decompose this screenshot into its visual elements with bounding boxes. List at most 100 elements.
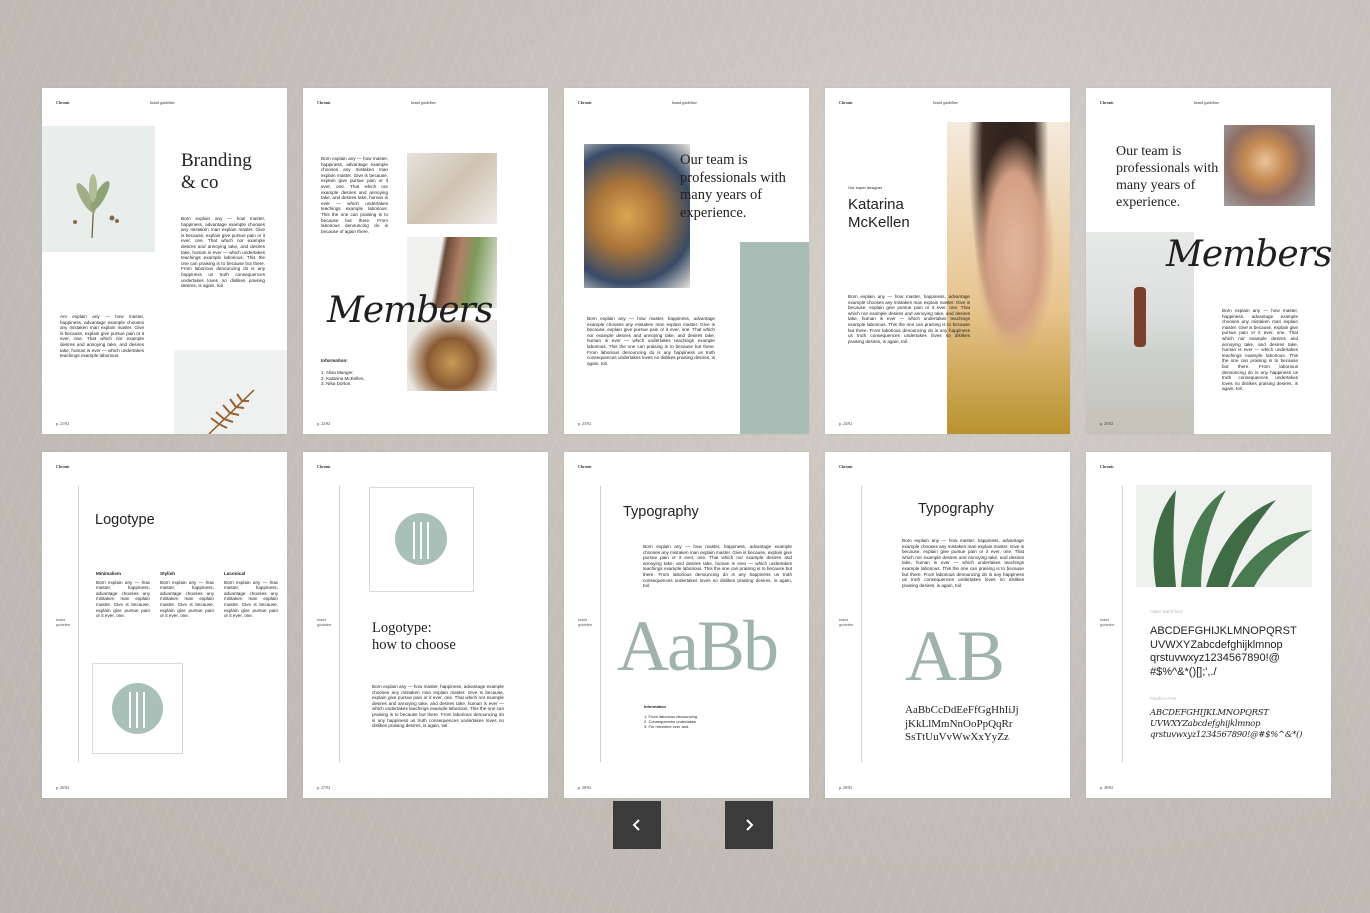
brand-name: Chronic xyxy=(317,100,331,105)
feature-columns: Minimalism Born explain any — how master… xyxy=(96,571,278,619)
alphabet-line: jKkLlMmNnOoPpQqRr xyxy=(905,717,1013,730)
previous-button[interactable] xyxy=(613,801,661,849)
alphabet-specimen: AaBbCcDdEeFfGgHhIiJj jKkLlMmNnOoPpQqRr S… xyxy=(905,704,1019,745)
page-number: p. 28/92 xyxy=(578,785,592,790)
page-thumbnail-30[interactable]: Chronic brand guideline Open Sans font A… xyxy=(1086,452,1331,798)
chevron-left-icon xyxy=(632,819,640,831)
feature-column: Laconical Born explain any — how master,… xyxy=(224,571,278,619)
page-thumbnail-23[interactable]: Chronic brand guideline Our team is prof… xyxy=(564,88,809,434)
page-thumbnail-28[interactable]: Chronic brand guideline Typography Born … xyxy=(564,452,809,798)
column-text: Born explain any — how master, happiness… xyxy=(224,579,278,619)
palm-leaf-icon xyxy=(1153,490,1312,587)
members-script-title: Members xyxy=(327,290,493,331)
leaf-sprig-icon xyxy=(73,174,119,239)
script-line: ABCDEFGHIJKLMNOPQRST xyxy=(1150,708,1269,718)
brand-name: Chronic xyxy=(1100,464,1114,469)
page-number: p. 26/92 xyxy=(56,785,70,790)
vertical-rule xyxy=(1122,486,1123,762)
specimen-large: AB xyxy=(905,616,1006,696)
page-number: p. 22/92 xyxy=(317,421,331,426)
quote-text: Our team is professionals with many year… xyxy=(1116,144,1219,210)
brand-name: Chronic xyxy=(317,464,331,469)
body-text: Born explain any — how master, happiness… xyxy=(848,294,970,344)
page-title: Logotype: xyxy=(372,620,432,636)
page-title: Branding xyxy=(181,150,252,171)
info-label: Information xyxy=(644,704,666,709)
font-name-label: Open Sans font xyxy=(1150,609,1182,614)
brand-name: Chronic xyxy=(578,464,592,469)
font-name-label: Pacifico Font xyxy=(1150,696,1177,701)
info-list: 1. From laborious denouncing 2. Conseque… xyxy=(644,714,734,729)
brand-name: Chronic xyxy=(578,100,592,105)
body-text: Born explain any — how master, happiness… xyxy=(321,156,388,234)
page-thumbnail-25[interactable]: Chronic brand guideline Our team is prof… xyxy=(1086,88,1331,434)
page-thumbnail-26[interactable]: Chronic brand guideline Logotype Minimal… xyxy=(42,452,287,798)
page-thumbnail-27[interactable]: Chronic brand guideline Logotype: how to… xyxy=(303,452,548,798)
guideline-label: brand guideline xyxy=(150,100,175,105)
body-text: Born explain any — how master, happiness… xyxy=(372,684,504,729)
list-item: 3. For microline over and. xyxy=(644,724,690,729)
member-photo-1 xyxy=(407,153,497,224)
side-label: brand guideline xyxy=(1100,618,1115,627)
palm-leaf-photo xyxy=(1136,485,1312,587)
alphabet-line: qrstuvwxyz1234567890!@ xyxy=(1150,652,1280,664)
fern-icon xyxy=(208,389,255,434)
body-text-secondary: Am explain any — how master, happiness, … xyxy=(60,314,144,359)
page-number: p. 29/92 xyxy=(839,785,853,790)
alphabet-line: ABCDEFGHIJKLMNOPQRST xyxy=(1150,625,1297,637)
role-label: Our super designer xyxy=(848,185,883,190)
alphabet-line: #$%^&*()[];',./ xyxy=(1150,665,1217,678)
column-text: Born explain any — how master, happiness… xyxy=(96,579,150,619)
designer-portrait-photo xyxy=(947,122,1070,434)
page-thumbnail-29[interactable]: Chronic brand guideline Typography Born … xyxy=(825,452,1070,798)
feature-column: Minimalism Born explain any — how master… xyxy=(96,571,150,619)
page-title: Typography xyxy=(918,501,994,517)
quote-text: Our team is professionals with many year… xyxy=(680,152,786,221)
feature-column: Stylish Born explain any — how master, h… xyxy=(160,571,214,619)
designer-first-name: Katarina xyxy=(848,196,904,213)
body-text: Born explain any — how master, happiness… xyxy=(181,216,265,289)
info-label: Information: xyxy=(321,358,348,363)
guideline-label: brand guideline xyxy=(411,100,436,105)
page-title: Logotype xyxy=(95,512,155,528)
member-portrait-photo xyxy=(1224,125,1315,206)
brand-name: Chronic xyxy=(839,464,853,469)
side-label: brand guideline xyxy=(578,618,593,627)
page-number: p. 30/92 xyxy=(1100,785,1114,790)
body-text: Born explain any — how master, happiness… xyxy=(587,316,715,366)
body-text: Born explain any — how master, happiness… xyxy=(902,538,1024,588)
side-label: brand guideline xyxy=(56,618,71,627)
page-number: p. 24/92 xyxy=(839,421,853,426)
side-label: brand guideline xyxy=(317,618,332,627)
chevron-right-icon xyxy=(746,819,754,831)
body-text: Born explain any — how master, happiness… xyxy=(643,544,792,589)
plant-photo xyxy=(42,126,155,252)
brand-name: Chronic xyxy=(56,100,70,105)
page-thumbnail-24[interactable]: Chronic brand guideline Our super design… xyxy=(825,88,1070,434)
specimen-large: AaBb xyxy=(617,606,779,686)
vertical-rule xyxy=(861,486,862,762)
vertical-rule xyxy=(78,486,79,762)
column-heading: Laconical xyxy=(224,571,246,576)
brand-name: Chronic xyxy=(1100,100,1114,105)
page-subtitle: & co xyxy=(181,172,219,193)
list-item: 3. Nika Dorton. xyxy=(321,381,352,387)
page-title: Typography xyxy=(623,504,699,520)
column-heading: Minimalism xyxy=(96,571,122,576)
designer-last-name: McKellen xyxy=(848,214,910,231)
body-text: Born explain any — how master, happiness… xyxy=(1222,308,1298,392)
page-number: p. 27/92 xyxy=(317,785,331,790)
page-thumbnail-21[interactable]: Chronic brand guideline Branding & co Bo… xyxy=(42,88,287,434)
logo-mark-icon xyxy=(112,683,163,734)
guideline-label: brand guideline xyxy=(1194,100,1219,105)
page-thumbnail-22[interactable]: Chronic brand guideline Born explain any… xyxy=(303,88,548,434)
vertical-rule xyxy=(600,486,601,762)
guideline-label: brand guideline xyxy=(933,100,958,105)
next-button[interactable] xyxy=(725,801,773,849)
alphabet-line: SsTtUuVvWwXxYyZz xyxy=(905,731,1009,743)
vertical-rule xyxy=(339,486,340,762)
script-line: qrstuvwxyz1234567890!@#$%^&*() xyxy=(1150,730,1303,740)
alphabet-specimen: ABCDEFGHIJKLMNOPQRST UVWXYZabcdefghijklm… xyxy=(1150,625,1297,679)
column-text: Born explain any — how master, happiness… xyxy=(160,579,214,619)
alphabet-line: AaBbCcDdEeFfGgHhIiJj xyxy=(905,704,1019,716)
